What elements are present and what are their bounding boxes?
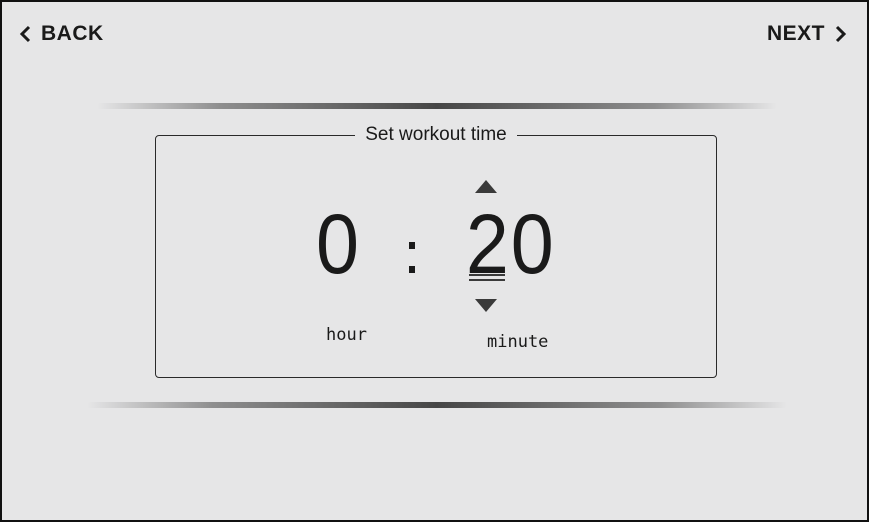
chevron-left-icon <box>19 25 31 43</box>
active-field-underline <box>469 274 505 276</box>
next-label: NEXT <box>766 22 825 45</box>
bottom-divider <box>87 402 787 408</box>
next-button[interactable]: NEXT <box>767 22 847 46</box>
hour-label: hour <box>326 325 367 345</box>
panel-title: Set workout time <box>156 124 716 147</box>
triangle-up-icon[interactable] <box>475 180 497 193</box>
back-button[interactable]: BACK <box>19 22 104 46</box>
hour-value[interactable]: 0 <box>316 202 361 286</box>
chevron-right-icon <box>835 25 847 43</box>
minute-label: minute <box>487 332 549 352</box>
app-screen: BACK NEXT Set workout time 0 20 hour min… <box>0 0 869 522</box>
triangle-down-icon[interactable] <box>475 299 497 312</box>
panel-title-text: Set workout time <box>355 124 517 145</box>
back-label: BACK <box>41 22 104 45</box>
workout-time-panel: Set workout time 0 20 hour minute <box>155 124 717 378</box>
top-divider <box>97 103 777 109</box>
active-field-underline <box>469 279 505 281</box>
time-separator <box>409 242 415 274</box>
